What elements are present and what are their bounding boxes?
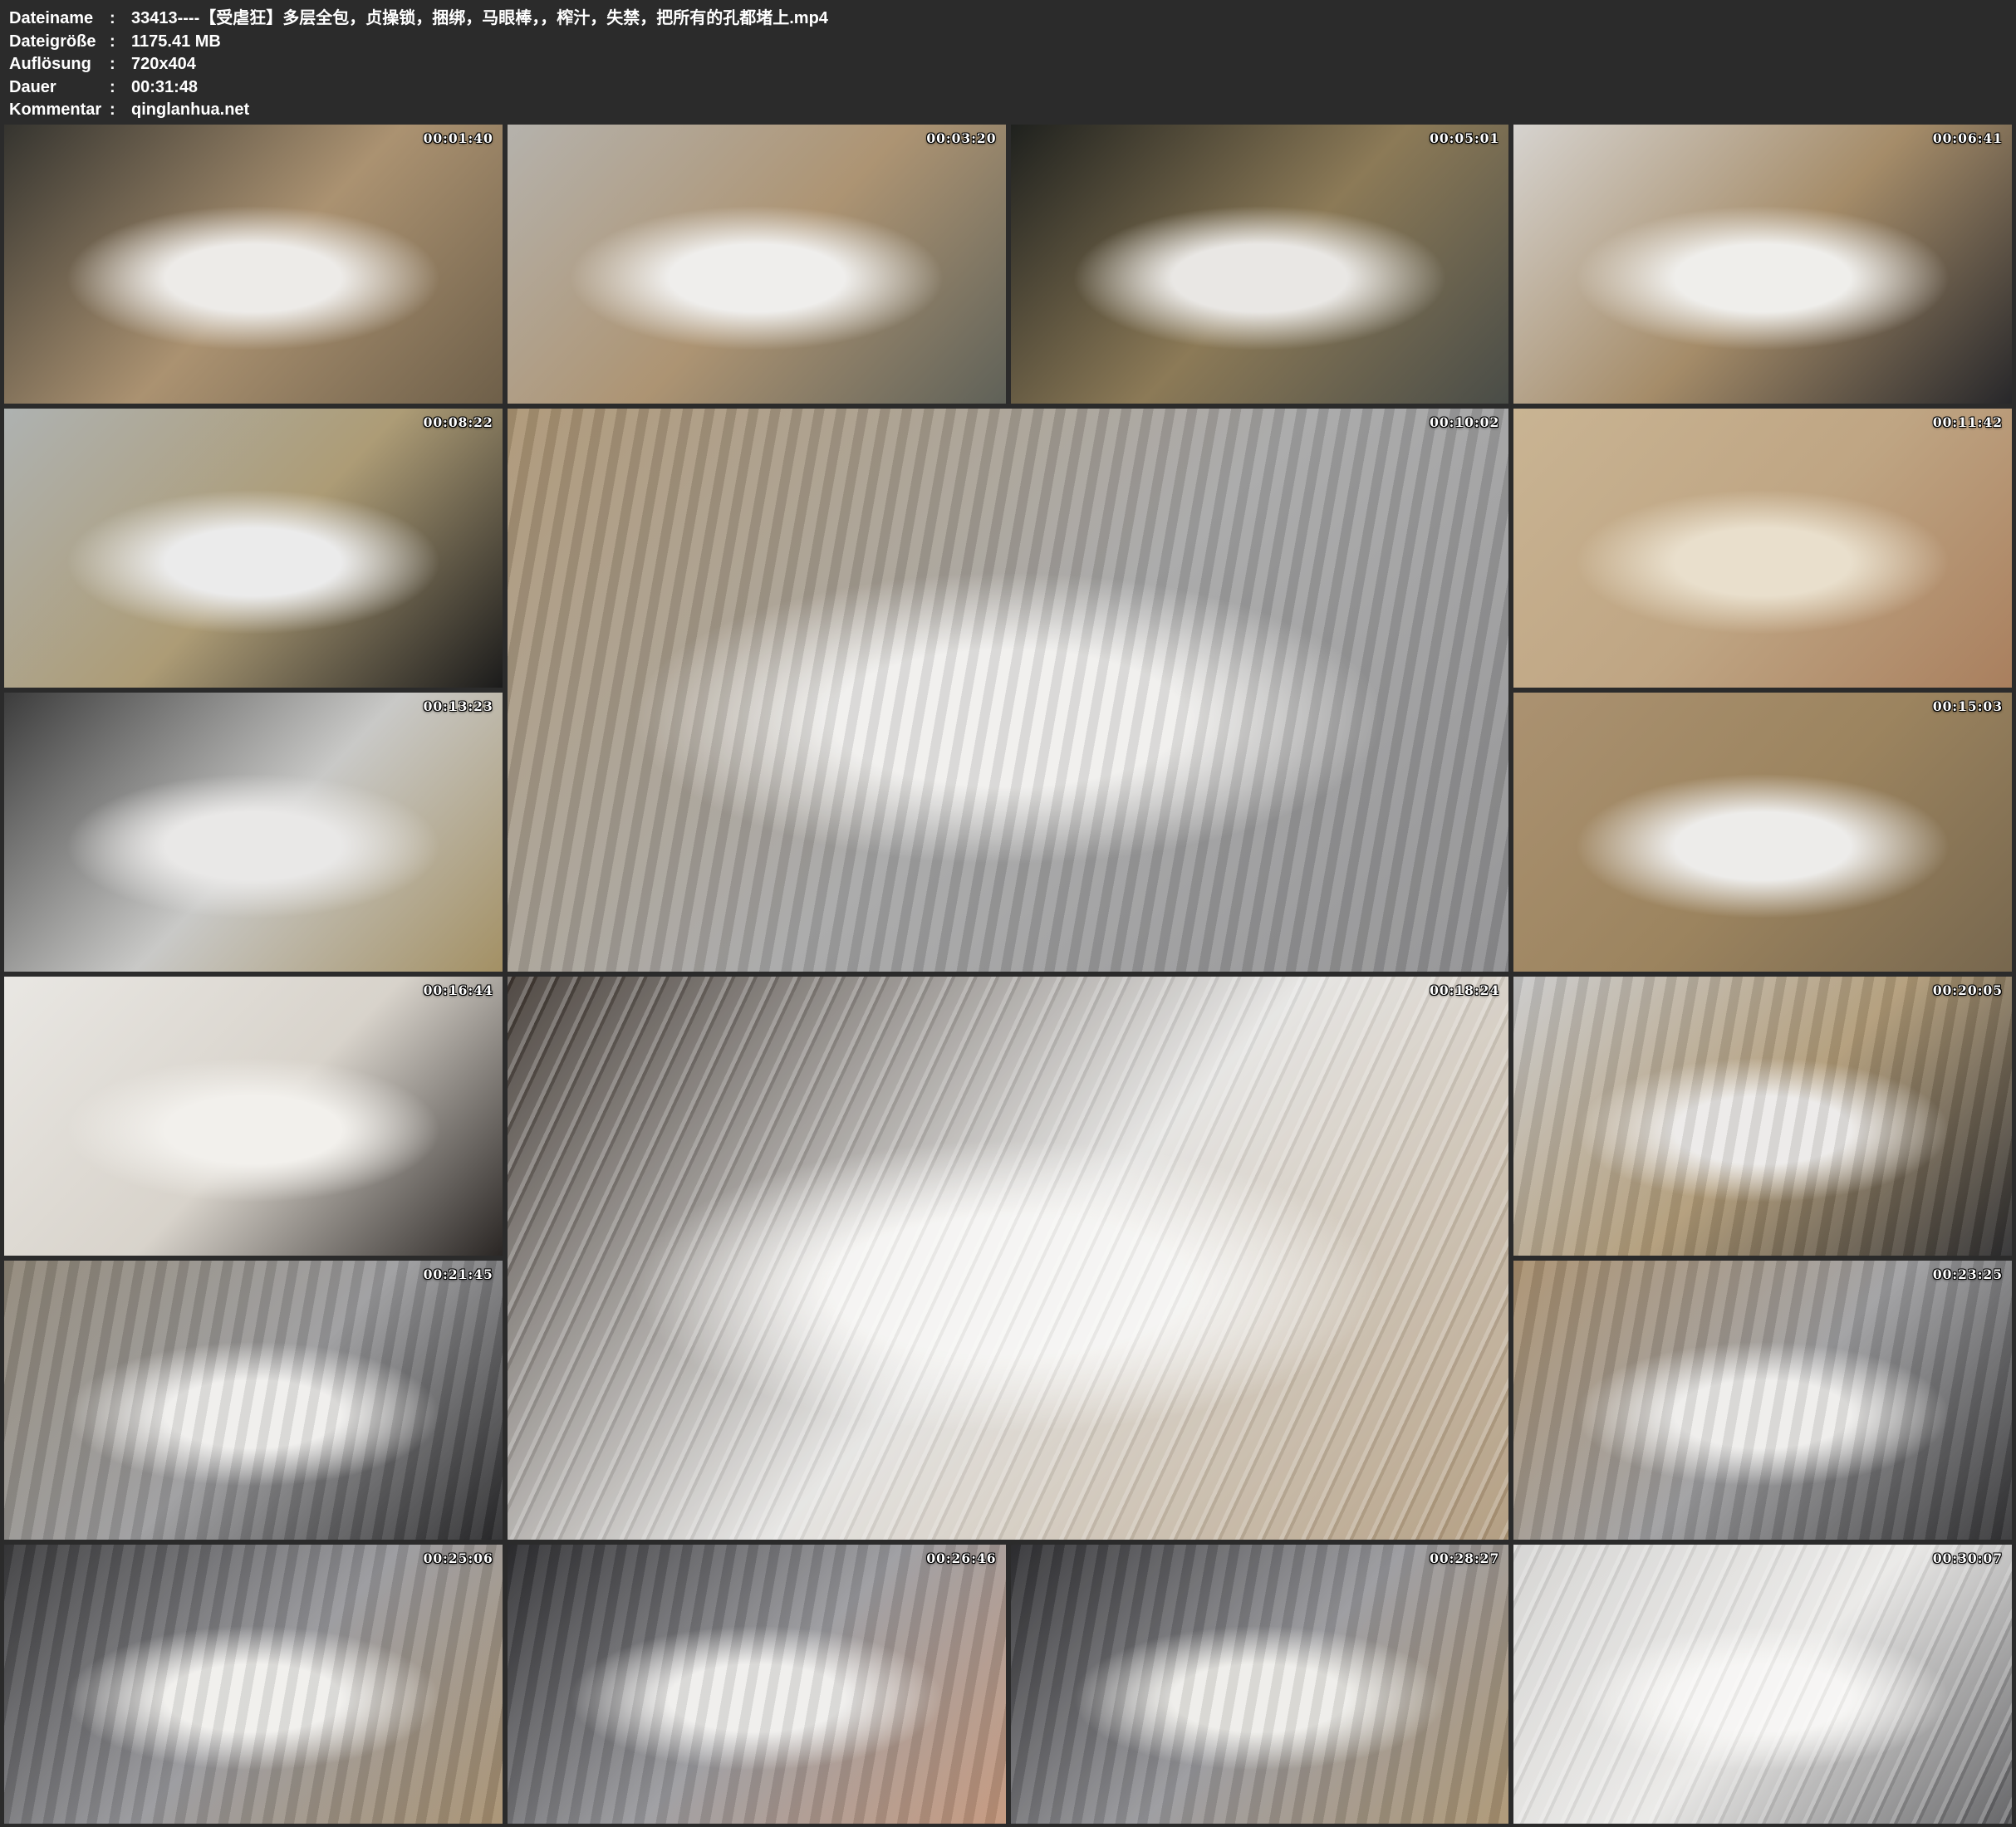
thumbnail-timestamp: 00:26:46 — [926, 1550, 996, 1566]
filename-value: 33413----【受虐狂】多层全包，贞操锁，捆绑，马眼棒，，榨汁，失禁，把所有… — [131, 7, 2008, 31]
thumbnail-timestamp: 00:01:40 — [424, 130, 493, 146]
comment-value: qinglanhua.net — [131, 99, 2008, 122]
meta-row-filename: Dateiname : 33413----【受虐狂】多层全包，贞操锁，捆绑，马眼… — [9, 7, 2008, 31]
thumbnail-timestamp: 00:10:02 — [1430, 414, 1499, 430]
metadata-label: Kommentar — [9, 99, 110, 122]
thumbnail-timestamp: 00:28:27 — [1430, 1550, 1499, 1566]
video-thumbnail-large: 00:10:02 — [508, 409, 1509, 972]
video-thumbnail: 00:03:20 — [508, 125, 1006, 404]
file-metadata-header: Dateiname : 33413----【受虐狂】多层全包，贞操锁，捆绑，马眼… — [0, 0, 2016, 125]
metadata-label: Dateiname — [9, 7, 110, 31]
contact-sheet: Dateiname : 33413----【受虐狂】多层全包，贞操锁，捆绑，马眼… — [0, 0, 2016, 1827]
filesize-value: 1175.41 MB — [131, 31, 2008, 54]
video-thumbnail: 00:26:46 — [508, 1545, 1006, 1824]
thumbnail-timestamp: 00:13:23 — [424, 698, 493, 714]
meta-row-comment: Kommentar : qinglanhua.net — [9, 99, 2008, 122]
metadata-separator: : — [110, 76, 131, 100]
thumbnail-timestamp: 00:16:44 — [424, 982, 493, 998]
thumbnail-timestamp: 00:05:01 — [1430, 130, 1499, 146]
video-thumbnail: 00:08:22 — [4, 409, 503, 688]
video-thumbnail: 00:20:05 — [1513, 977, 2012, 1256]
meta-row-resolution: Auflösung : 720x404 — [9, 53, 2008, 76]
video-thumbnail: 00:30:07 — [1513, 1545, 2012, 1824]
metadata-label: Dateigröße — [9, 31, 110, 54]
video-thumbnail: 00:06:41 — [1513, 125, 2012, 404]
thumbnail-timestamp: 00:18:24 — [1430, 982, 1499, 998]
thumbnail-timestamp: 00:06:41 — [1933, 130, 2003, 146]
duration-value: 00:31:48 — [131, 76, 2008, 100]
metadata-separator: : — [110, 53, 131, 76]
thumbnail-timestamp: 00:03:20 — [926, 130, 996, 146]
thumbnail-timestamp: 00:25:06 — [424, 1550, 493, 1566]
metadata-label: Dauer — [9, 76, 110, 100]
meta-row-filesize: Dateigröße : 1175.41 MB — [9, 31, 2008, 54]
thumbnail-timestamp: 00:30:07 — [1933, 1550, 2003, 1566]
metadata-separator: : — [110, 31, 131, 54]
video-thumbnail: 00:15:03 — [1513, 693, 2012, 972]
metadata-separator: : — [110, 99, 131, 122]
metadata-separator: : — [110, 7, 131, 31]
video-thumbnail: 00:05:01 — [1011, 125, 1509, 404]
meta-row-duration: Dauer : 00:31:48 — [9, 76, 2008, 100]
video-thumbnail: 00:21:45 — [4, 1261, 503, 1540]
video-thumbnail: 00:23:25 — [1513, 1261, 2012, 1540]
thumbnail-grid: 00:01:40 00:03:20 00:05:01 00:06:41 00:0… — [0, 125, 2016, 1827]
thumbnail-timestamp: 00:23:25 — [1933, 1266, 2003, 1282]
thumbnail-timestamp: 00:21:45 — [424, 1266, 493, 1282]
video-thumbnail: 00:11:42 — [1513, 409, 2012, 688]
thumbnail-timestamp: 00:08:22 — [424, 414, 493, 430]
video-thumbnail: 00:28:27 — [1011, 1545, 1509, 1824]
video-thumbnail: 00:16:44 — [4, 977, 503, 1256]
video-thumbnail: 00:01:40 — [4, 125, 503, 404]
metadata-label: Auflösung — [9, 53, 110, 76]
thumbnail-timestamp: 00:11:42 — [1933, 414, 2003, 430]
video-thumbnail: 00:13:23 — [4, 693, 503, 972]
resolution-value: 720x404 — [131, 53, 2008, 76]
thumbnail-timestamp: 00:15:03 — [1933, 698, 2003, 714]
video-thumbnail-large: 00:18:24 — [508, 977, 1509, 1540]
thumbnail-timestamp: 00:20:05 — [1933, 982, 2003, 998]
video-thumbnail: 00:25:06 — [4, 1545, 503, 1824]
